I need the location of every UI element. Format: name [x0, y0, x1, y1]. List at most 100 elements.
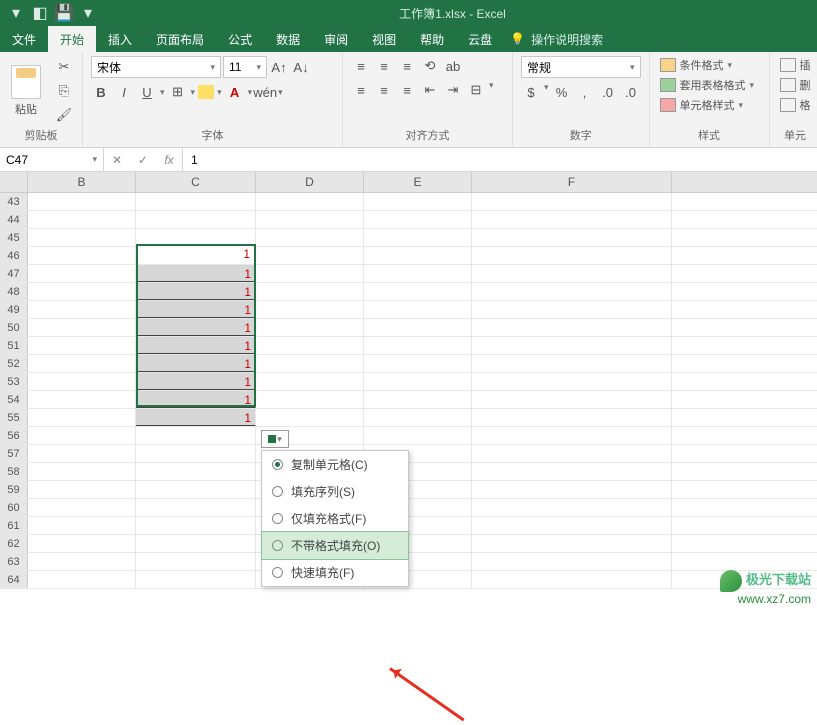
cell[interactable]: [364, 337, 472, 354]
row-header[interactable]: 52: [0, 355, 28, 372]
row-header[interactable]: 51: [0, 337, 28, 354]
row-header[interactable]: 57: [0, 445, 28, 462]
cell[interactable]: [364, 301, 472, 318]
border-button[interactable]: ⊞: [168, 82, 188, 102]
select-all-corner[interactable]: [0, 172, 28, 192]
col-header-C[interactable]: C: [136, 172, 256, 192]
cell[interactable]: [472, 337, 672, 354]
cell[interactable]: [28, 247, 136, 264]
format-cells-button[interactable]: 格: [778, 96, 813, 114]
cell[interactable]: [28, 373, 136, 390]
cell[interactable]: [256, 319, 364, 336]
cell[interactable]: [28, 499, 136, 516]
underline-more-icon[interactable]: ▾: [160, 87, 165, 98]
autofill-options-button[interactable]: ▾: [261, 430, 289, 448]
cell[interactable]: [256, 283, 364, 300]
cell[interactable]: [28, 319, 136, 336]
shrink-font-icon[interactable]: A↓: [291, 57, 311, 77]
cell[interactable]: [256, 337, 364, 354]
format-painter-icon[interactable]: 🖌: [54, 105, 74, 125]
cell[interactable]: [256, 355, 364, 372]
name-box[interactable]: C47▾: [0, 148, 104, 171]
cut-icon[interactable]: ✂: [54, 57, 74, 77]
cell[interactable]: [28, 445, 136, 462]
col-header-D[interactable]: D: [256, 172, 364, 192]
more-icon[interactable]: ▾: [80, 5, 96, 21]
cell[interactable]: [28, 409, 136, 426]
row-header[interactable]: 54: [0, 391, 28, 408]
row-header[interactable]: 62: [0, 535, 28, 552]
grow-font-icon[interactable]: A↑: [269, 57, 289, 77]
cell[interactable]: [472, 571, 672, 588]
cell[interactable]: 1: [136, 337, 256, 354]
wrap-text-button[interactable]: ab: [443, 56, 463, 76]
cell[interactable]: [472, 355, 672, 372]
format-as-table-button[interactable]: 套用表格格式▾: [658, 76, 761, 94]
row-header[interactable]: 47: [0, 265, 28, 282]
cell[interactable]: [28, 553, 136, 570]
cell[interactable]: 1: [136, 355, 256, 372]
paste-button[interactable]: 粘贴: [8, 65, 44, 117]
increase-decimal-icon[interactable]: .0: [598, 82, 618, 102]
row-header[interactable]: 56: [0, 427, 28, 444]
autofill-option[interactable]: 仅填充格式(F): [262, 505, 408, 532]
align-bottom-icon[interactable]: ≡: [397, 56, 417, 76]
cell[interactable]: [136, 553, 256, 570]
autofill-option[interactable]: 不带格式填充(O): [261, 531, 409, 560]
cell[interactable]: [472, 319, 672, 336]
cell[interactable]: [136, 445, 256, 462]
tab-view[interactable]: 视图: [360, 26, 408, 52]
cell[interactable]: [28, 517, 136, 534]
fx-icon[interactable]: fx: [156, 153, 182, 167]
cell[interactable]: [472, 373, 672, 390]
row-header[interactable]: 55: [0, 409, 28, 426]
row-header[interactable]: 59: [0, 481, 28, 498]
bold-button[interactable]: B: [91, 82, 111, 102]
cell[interactable]: [28, 391, 136, 408]
cell[interactable]: [28, 283, 136, 300]
cell[interactable]: [28, 481, 136, 498]
row-header[interactable]: 58: [0, 463, 28, 480]
cell[interactable]: [472, 517, 672, 534]
cell[interactable]: 1: [136, 301, 256, 318]
cell[interactable]: [364, 229, 472, 246]
cell[interactable]: [136, 193, 256, 210]
cell[interactable]: [256, 409, 364, 426]
cell[interactable]: [28, 355, 136, 372]
font-color-button[interactable]: A: [225, 82, 245, 102]
row-header[interactable]: 53: [0, 373, 28, 390]
cell[interactable]: [364, 211, 472, 228]
cell[interactable]: [472, 283, 672, 300]
tab-home[interactable]: 开始: [48, 26, 96, 52]
cell[interactable]: [472, 481, 672, 498]
cell[interactable]: [364, 427, 472, 444]
cell[interactable]: [28, 193, 136, 210]
cell[interactable]: [136, 535, 256, 552]
percent-icon[interactable]: %: [552, 82, 572, 102]
cell[interactable]: [472, 445, 672, 462]
cell[interactable]: [364, 373, 472, 390]
cell[interactable]: 1: [136, 409, 256, 426]
row-header[interactable]: 61: [0, 517, 28, 534]
cell[interactable]: [28, 265, 136, 282]
tab-file[interactable]: 文件: [0, 26, 48, 52]
cell[interactable]: [472, 265, 672, 282]
row-header[interactable]: 60: [0, 499, 28, 516]
cell[interactable]: [472, 409, 672, 426]
indent-inc-icon[interactable]: ⇥: [443, 80, 463, 100]
cell[interactable]: [256, 265, 364, 282]
cell[interactable]: [28, 337, 136, 354]
row-header[interactable]: 63: [0, 553, 28, 570]
cell[interactable]: [256, 247, 364, 264]
tab-insert[interactable]: 插入: [96, 26, 144, 52]
cell[interactable]: [472, 193, 672, 210]
comma-icon[interactable]: ,: [575, 82, 595, 102]
tab-help[interactable]: 帮助: [408, 26, 456, 52]
tell-me-search[interactable]: 💡 操作说明搜索: [510, 26, 603, 52]
cell[interactable]: [472, 427, 672, 444]
tab-review[interactable]: 审阅: [312, 26, 360, 52]
row-header[interactable]: 43: [0, 193, 28, 210]
row-header[interactable]: 64: [0, 571, 28, 588]
cell[interactable]: [364, 265, 472, 282]
cell[interactable]: 1: [136, 373, 256, 390]
